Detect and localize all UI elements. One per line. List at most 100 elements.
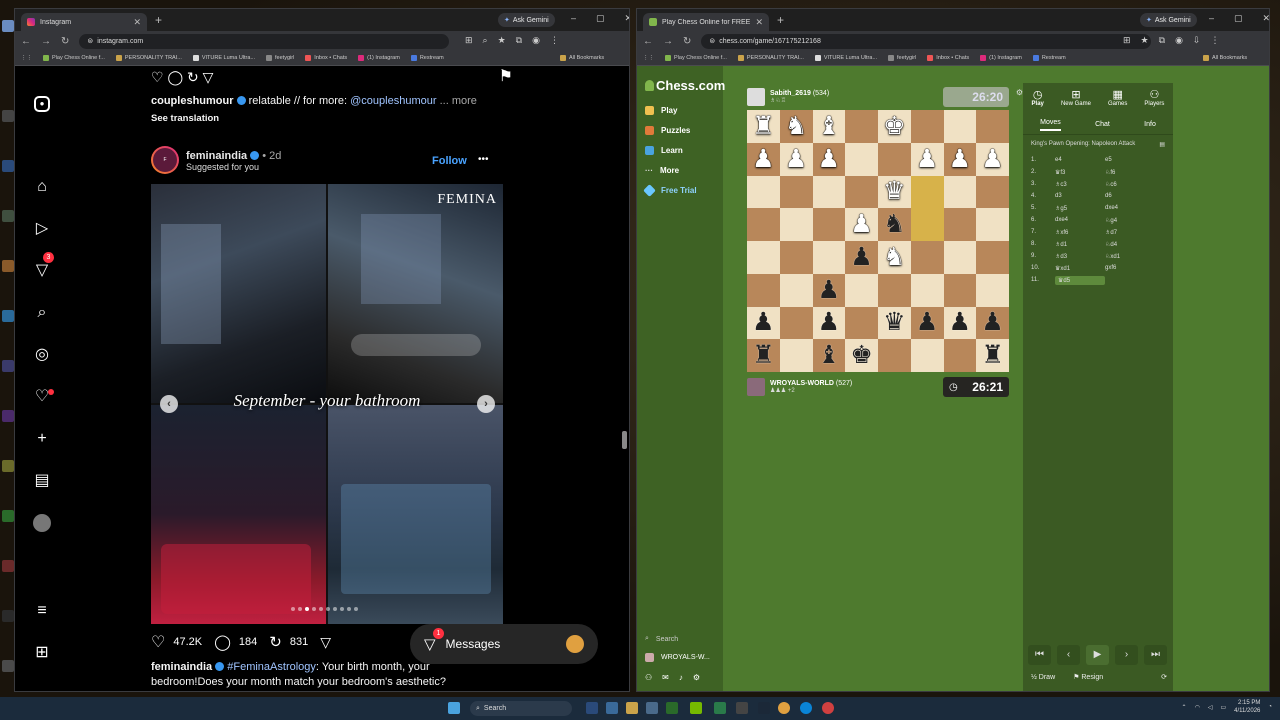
board-square[interactable]: ♜ <box>747 339 780 372</box>
bookmark-chess[interactable]: Play Chess Online f... <box>665 55 727 61</box>
board-square[interactable] <box>910 339 944 372</box>
carousel-prev-icon[interactable]: ‹ <box>160 395 178 413</box>
install-icon[interactable]: ⊞ <box>465 35 473 46</box>
board-square[interactable] <box>779 273 813 307</box>
board-square[interactable]: ♞ <box>878 208 911 241</box>
board-square[interactable] <box>943 273 977 307</box>
bookmark-feetygirl[interactable]: feetygirl <box>888 55 916 61</box>
profile-icon[interactable]: ◉ <box>532 35 540 46</box>
draw-button[interactable]: ½ Draw <box>1031 674 1055 681</box>
menu-play[interactable]: Play <box>645 106 677 115</box>
black-move[interactable]: ♘d4 <box>1105 241 1155 248</box>
bottom-player-avatar[interactable] <box>747 378 765 396</box>
white-bishop-icon[interactable]: ♝ <box>818 113 840 139</box>
messages-button[interactable]: ▽ 1 Messages <box>410 624 598 664</box>
black-move[interactable]: ♘f6 <box>1105 169 1155 176</box>
white-move[interactable]: dxe4 <box>1055 217 1105 223</box>
new-tab-button[interactable]: + <box>155 13 162 27</box>
post-options-icon[interactable]: ••• <box>478 154 489 165</box>
board-square[interactable] <box>976 208 1009 241</box>
board-square[interactable]: ♟ <box>943 142 977 176</box>
board-square[interactable] <box>910 208 944 241</box>
white-move[interactable]: d3 <box>1055 193 1105 199</box>
board-square[interactable] <box>747 241 780 274</box>
board-square[interactable] <box>779 175 813 209</box>
menu-free-trial[interactable]: Free Trial <box>643 184 697 197</box>
bookmark-personality[interactable]: PERSONALITY TRAI... <box>737 55 804 61</box>
black-knight-icon[interactable]: ♞ <box>883 212 905 237</box>
last-move-button[interactable]: ⏭ <box>1144 645 1167 665</box>
edge-icon[interactable] <box>606 702 618 714</box>
black-rook-icon[interactable]: ♜ <box>981 343 1003 368</box>
home-icon[interactable]: ⌂ <box>33 178 51 196</box>
board-square[interactable] <box>976 241 1009 274</box>
app-icon-3[interactable] <box>736 702 748 714</box>
chrome-icon[interactable] <box>778 702 790 714</box>
apps-icon[interactable]: ⋮⋮ <box>643 55 654 61</box>
chess-search[interactable]: ⌕ Search <box>645 635 678 643</box>
bookmark-star-icon[interactable]: ★ <box>498 35 506 46</box>
board-square[interactable] <box>845 142 878 176</box>
tab-new-game[interactable]: ⊞ New Game <box>1061 89 1091 115</box>
board-square[interactable] <box>747 273 780 307</box>
board-square[interactable] <box>812 241 846 274</box>
board-square[interactable] <box>845 110 878 143</box>
close-window-icon[interactable]: ✕ <box>1263 13 1269 24</box>
bookmark-instagram[interactable]: (1) Instagram <box>358 55 400 61</box>
board-square[interactable]: ♟ <box>845 208 878 241</box>
battery-icon[interactable]: ▭ <box>1220 704 1226 711</box>
board-square[interactable] <box>779 241 813 274</box>
board-square[interactable]: ♟ <box>943 306 977 340</box>
post-username[interactable]: feminaindia <box>186 150 247 162</box>
bookmark-viture[interactable]: VITURE Luma Ultra... <box>814 55 877 61</box>
extensions-icon[interactable]: ⧉ <box>1159 35 1165 46</box>
board-square[interactable] <box>910 175 944 209</box>
black-move[interactable]: ♘g4 <box>1105 217 1155 224</box>
white-move[interactable]: ♗c3 <box>1055 181 1105 188</box>
tab-chat[interactable]: Chat <box>1095 121 1110 128</box>
prev-move-button[interactable]: ‹ <box>1057 645 1080 665</box>
start-icon[interactable] <box>448 702 460 714</box>
black-move[interactable]: ♗d7 <box>1105 229 1155 236</box>
board-square[interactable]: ♟ <box>845 241 878 274</box>
flip-board-icon[interactable]: ⟳ <box>1161 673 1167 681</box>
tab-instagram[interactable]: Instagram ✕ <box>21 13 147 31</box>
top-player-avatar[interactable] <box>747 88 765 106</box>
white-move[interactable]: e4 <box>1055 157 1105 163</box>
board-square[interactable] <box>845 273 878 307</box>
ask-gemini-button[interactable]: ✦ Ask Gemini <box>1140 13 1197 27</box>
black-pawn-icon[interactable]: ♟ <box>818 277 840 303</box>
maximize-icon[interactable]: ▢ <box>596 13 605 24</box>
settings-app-icon[interactable] <box>646 702 658 714</box>
follow-button[interactable]: Follow <box>432 155 467 167</box>
menu-learn[interactable]: Learn <box>645 146 683 155</box>
white-rook-icon[interactable]: ♜ <box>752 113 774 139</box>
board-settings-icon[interactable]: ⚙ <box>1016 88 1023 97</box>
url-field[interactable]: ⊜ chess.com/game/167175212168 <box>701 33 1152 49</box>
white-pawn-icon[interactable]: ♟ <box>752 146 774 172</box>
white-queen-icon[interactable]: ♛ <box>883 179 905 204</box>
bottom-player-name[interactable]: WROYALS-WORLD (527) <box>770 380 852 387</box>
prev-post-actions-icon[interactable]: ♡ ◯ ↻ ▽ <box>151 70 213 85</box>
apps-icon[interactable]: ⋮⋮ <box>21 55 32 61</box>
black-move[interactable]: gxf6 <box>1105 265 1155 271</box>
board-square[interactable]: ♟ <box>747 142 780 176</box>
white-move[interactable]: ♗d1 <box>1055 241 1105 248</box>
menu-puzzles[interactable]: Puzzles <box>645 126 690 135</box>
board-square[interactable] <box>943 175 977 209</box>
new-tab-button[interactable]: + <box>777 13 784 27</box>
black-pawn-icon[interactable]: ♟ <box>916 310 938 335</box>
bell-icon[interactable]: ♪ <box>679 673 683 682</box>
board-square[interactable] <box>878 273 911 307</box>
board-square[interactable] <box>910 273 944 307</box>
bookmark-inbox[interactable]: Inbox • Chats <box>305 55 347 61</box>
board-square[interactable]: ♝ <box>812 110 846 143</box>
steam-icon[interactable] <box>758 702 770 714</box>
board-square[interactable] <box>845 306 878 340</box>
white-pawn-icon[interactable]: ♟ <box>949 146 971 172</box>
chess-logo[interactable]: Chess.com <box>645 78 725 93</box>
white-pawn-icon[interactable]: ♟ <box>981 146 1003 172</box>
bookmark-instagram[interactable]: (1) Instagram <box>980 55 1022 61</box>
reload-icon[interactable]: ↻ <box>61 36 69 47</box>
tab-moves[interactable]: Moves <box>1040 119 1061 131</box>
